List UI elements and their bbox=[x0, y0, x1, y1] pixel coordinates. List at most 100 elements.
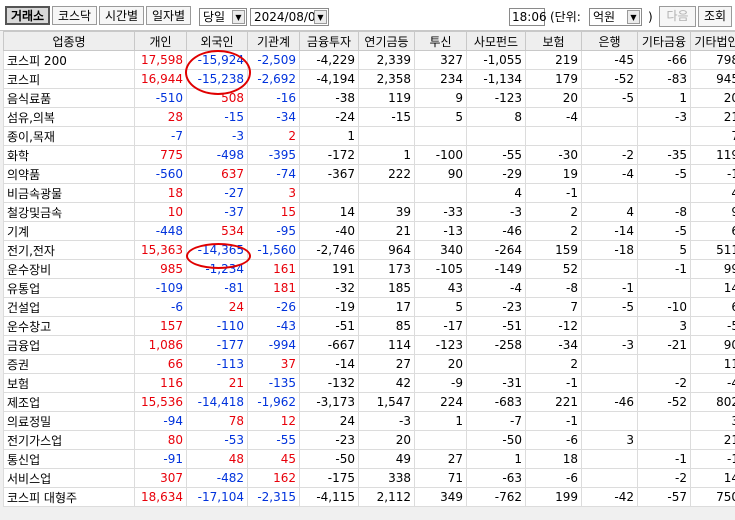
foreign-cell: -177 bbox=[186, 335, 248, 355]
table-row[interactable]: 코스피 200 17,598 -15,924 -2,509 -4,229 2,339 327… bbox=[3, 50, 735, 70]
foreign-cell: -110 bbox=[186, 316, 248, 336]
other-finance-cell bbox=[637, 354, 691, 374]
private-fund-cell: -762 bbox=[466, 487, 526, 507]
private-fund-cell: -7 bbox=[466, 411, 526, 431]
table-row[interactable]: 유통업-109-81181-3218543-4-8-1 14 bbox=[3, 278, 735, 298]
table-row[interactable]: 전기가스업80-53-55-2320 -50-63 21 bbox=[3, 430, 735, 450]
table-row[interactable]: 비금속광물18-2734-14 bbox=[3, 183, 735, 203]
highlight-circle-kospi200-foreign bbox=[185, 50, 251, 95]
other-corporate-cell: 20 bbox=[690, 88, 735, 108]
institution-cell: 161 bbox=[247, 259, 300, 279]
pension-cell: 119 bbox=[358, 88, 415, 108]
financial-investment-cell bbox=[299, 183, 359, 203]
private-fund-cell: 4 bbox=[466, 183, 526, 203]
table-row[interactable]: 코스피 대형주 18,634 -17,104 -2,315 -4,115 2,112 349… bbox=[3, 487, 735, 507]
tab-exchange[interactable]: 거래소 bbox=[5, 6, 50, 25]
financial-investment-cell: -32 bbox=[299, 278, 359, 298]
financial-investment-cell: -19 bbox=[299, 297, 359, 317]
pension-cell bbox=[358, 126, 415, 146]
col-header-institution[interactable]: 기관계 bbox=[247, 31, 300, 51]
foreign-cell: -53 bbox=[186, 430, 248, 450]
table-row[interactable]: 음식료품-510508-16-381199-12320-5120 bbox=[3, 88, 735, 108]
time-field[interactable]: 18:06 bbox=[509, 8, 547, 26]
chevron-down-icon[interactable]: ▼ bbox=[232, 10, 245, 24]
tab-kosdaq[interactable]: 코스닥 bbox=[52, 6, 97, 25]
other-corporate-cell: 21 bbox=[690, 107, 735, 127]
sector-name-cell: 코스피 대형주 bbox=[3, 487, 135, 507]
pension-cell: 21 bbox=[358, 221, 415, 241]
col-header-sector[interactable]: 업종명 bbox=[3, 31, 135, 51]
table-row[interactable]: 철강및금속10-37151439-33-324-89 bbox=[3, 202, 735, 222]
table-row[interactable]: 화학775-498-395-1721-100-55-30-2-35119 bbox=[3, 145, 735, 165]
investment-trust-cell: 9 bbox=[414, 88, 467, 108]
table-row[interactable]: 증권66-11337-142720 2 11 bbox=[3, 354, 735, 374]
other-finance-cell: -57 bbox=[637, 487, 691, 507]
col-header-pension[interactable]: 연기금등 bbox=[358, 31, 415, 51]
insurance-cell: 20 bbox=[525, 88, 582, 108]
table-row[interactable]: 섬유,의복28-15-34-24-1558-4-321 bbox=[3, 107, 735, 127]
table-row[interactable]: 코스피 16,944 -15,238 -2,692 -4,194 2,358 234 -1,1… bbox=[3, 69, 735, 89]
pension-cell: 964 bbox=[358, 240, 415, 260]
financial-investment-cell: -4,229 bbox=[299, 50, 359, 70]
col-header-individual[interactable]: 개인 bbox=[134, 31, 187, 51]
date-value: 2024/08/05 bbox=[254, 10, 324, 24]
col-header-financial-investment[interactable]: 금융투자 bbox=[299, 31, 359, 51]
query-button[interactable]: 조회 bbox=[698, 6, 732, 27]
other-corporate-cell: 798 bbox=[690, 50, 735, 70]
col-header-insurance[interactable]: 보험 bbox=[525, 31, 582, 51]
period-select[interactable]: 당일 ▼ bbox=[199, 8, 247, 26]
table-row[interactable]: 운수장비985-1,234161191173-105-14952-199 bbox=[3, 259, 735, 279]
chevron-down-icon[interactable]: ▼ bbox=[314, 10, 327, 24]
table-row[interactable]: 기계-448534-95-4021-13-462-14-56 bbox=[3, 221, 735, 241]
bank-cell: -1 bbox=[581, 278, 638, 298]
other-corporate-cell: 9 bbox=[690, 202, 735, 222]
next-button[interactable]: 다음 bbox=[659, 6, 696, 27]
table-row[interactable]: 전기,전자 15,363 -14,365 -1,560 -2,746 964 340 -264… bbox=[3, 240, 735, 260]
investment-trust-cell bbox=[414, 126, 467, 146]
investment-trust-cell bbox=[414, 430, 467, 450]
col-header-private-fund[interactable]: 사모펀드 bbox=[466, 31, 526, 51]
pension-cell: -15 bbox=[358, 107, 415, 127]
tab-by-time[interactable]: 시간별 bbox=[99, 6, 144, 25]
bank-cell: -42 bbox=[581, 487, 638, 507]
investment-trust-cell: 27 bbox=[414, 449, 467, 469]
other-finance-cell: 5 bbox=[637, 240, 691, 260]
individual-cell: -6 bbox=[134, 297, 187, 317]
individual-cell: 10 bbox=[134, 202, 187, 222]
institution-cell: -74 bbox=[247, 164, 300, 184]
foreign-cell: 24 bbox=[186, 297, 248, 317]
bank-cell bbox=[581, 259, 638, 279]
table-row[interactable]: 의료정밀-94781224-31-7-1 3 bbox=[3, 411, 735, 431]
col-header-other-finance[interactable]: 기타금융 bbox=[637, 31, 691, 51]
pension-cell: 173 bbox=[358, 259, 415, 279]
toolbar: 거래소 코스닥 시간별 일자별 당일 ▼ 2024/08/05 ▼ 18:06 … bbox=[0, 0, 735, 31]
table-row[interactable]: 서비스업307-482162-17533871-63-6 -214 bbox=[3, 468, 735, 488]
highlight-circle-electronics-foreign bbox=[186, 243, 251, 269]
tab-by-date[interactable]: 일자별 bbox=[146, 6, 191, 25]
insurance-cell: -6 bbox=[525, 430, 582, 450]
col-header-bank[interactable]: 은행 bbox=[581, 31, 638, 51]
table-row[interactable]: 의약품-560637-74-36722290-2919-4-5-1 bbox=[3, 164, 735, 184]
table-row[interactable]: 건설업-624-26-19175-237-5-106 bbox=[3, 297, 735, 317]
col-header-investment-trust[interactable]: 투신 bbox=[414, 31, 467, 51]
sector-name-cell: 코스피 bbox=[3, 69, 135, 89]
col-header-other-corporate[interactable]: 기타법인 bbox=[690, 31, 735, 51]
table-row[interactable]: 운수창고157-110-43-5185-17-51-123-5 bbox=[3, 316, 735, 336]
table-row[interactable]: 제조업 15,536 -14,418 -1,962 -3,173 1,547 224 -683… bbox=[3, 392, 735, 412]
unit-select[interactable]: 억원 ▼ bbox=[589, 8, 642, 26]
financial-investment-cell: -40 bbox=[299, 221, 359, 241]
col-header-foreign[interactable]: 외국인 bbox=[186, 31, 248, 51]
other-finance-cell: -5 bbox=[637, 164, 691, 184]
individual-cell: 17,598 bbox=[134, 50, 187, 70]
chevron-down-icon[interactable]: ▼ bbox=[627, 10, 640, 24]
table-row[interactable]: 보험11621-135-13242-9-31-1 -2-4 bbox=[3, 373, 735, 393]
other-corporate-cell: 14 bbox=[690, 468, 735, 488]
other-corporate-cell: 802 bbox=[690, 392, 735, 412]
date-select[interactable]: 2024/08/05 ▼ bbox=[250, 8, 329, 26]
table-row[interactable]: 통신업-914845-504927118 -1-1 bbox=[3, 449, 735, 469]
private-fund-cell: -264 bbox=[466, 240, 526, 260]
private-fund-cell: -4 bbox=[466, 278, 526, 298]
investment-trust-cell: -9 bbox=[414, 373, 467, 393]
table-row[interactable]: 금융업 1,086 -177 -994 -667 114 -123 -258 -34 -3 -21 9… bbox=[3, 335, 735, 355]
table-row[interactable]: 종이,목재-7-321 7 bbox=[3, 126, 735, 146]
